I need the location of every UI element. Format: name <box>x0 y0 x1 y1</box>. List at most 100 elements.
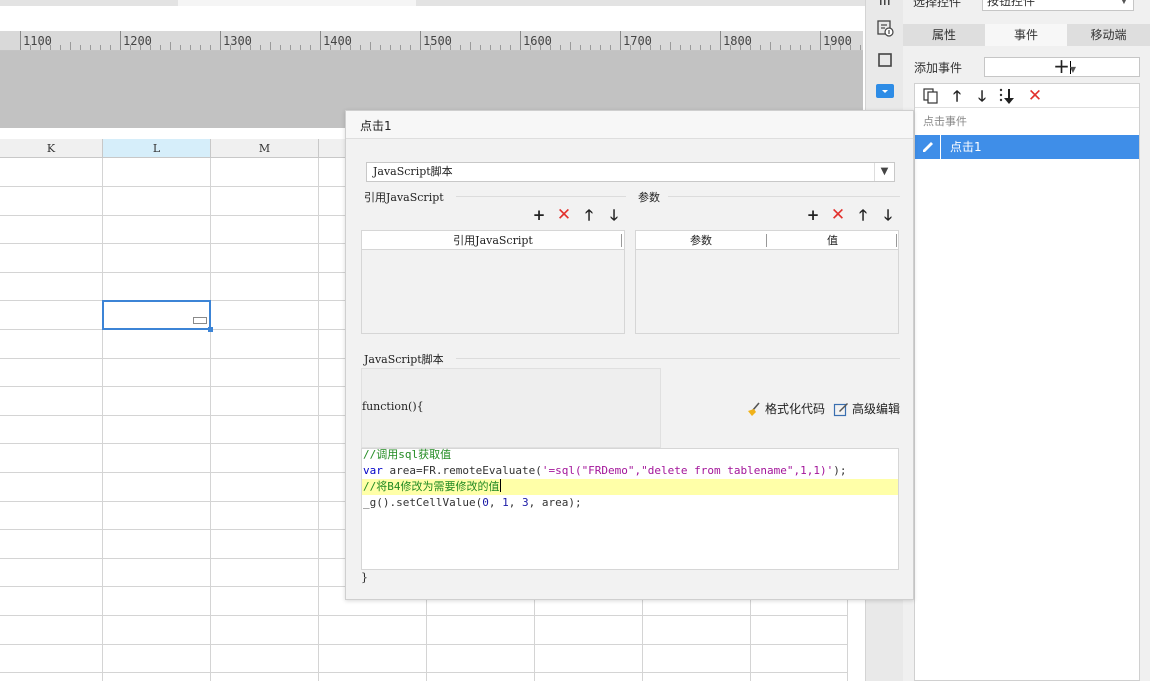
script-label: JavaScript脚本 <box>364 353 444 366</box>
ruler-minor-tick <box>800 45 801 50</box>
column-header-k[interactable]: K <box>0 139 103 158</box>
dialog-title-bar[interactable]: 点击1 <box>346 111 913 139</box>
ruler-minor-tick <box>290 45 291 50</box>
ruler-minor-tick <box>750 45 751 50</box>
code-line: //调用sql获取值 <box>363 448 452 461</box>
delete-ref-icon[interactable]: ✕ <box>555 206 573 224</box>
tab-properties[interactable]: 属性 <box>903 24 985 46</box>
ruler-tick: 1100 <box>20 31 52 50</box>
list-icon[interactable] <box>875 0 895 14</box>
edit-pencil-icon[interactable] <box>915 135 941 159</box>
selected-cell[interactable] <box>102 300 213 332</box>
ruler-minor-tick <box>30 45 31 50</box>
ruler-minor-tick <box>330 45 331 50</box>
ruler-minor-tick <box>90 45 91 50</box>
ruler-minor-tick <box>830 45 831 50</box>
format-code-button[interactable]: 格式化代码 <box>746 400 825 417</box>
ruler-minor-tick <box>170 42 171 50</box>
event-dialog: 点击1 JavaScript脚本 ▼ 引用JavaScript + ✕ 🡑 🡓 … <box>345 110 914 600</box>
tab-events[interactable]: 事件 <box>985 24 1067 46</box>
params-table[interactable]: 参数 值 <box>635 230 899 334</box>
move-down-icon[interactable]: 🡓 <box>972 86 992 106</box>
ruler-minor-tick <box>780 45 781 50</box>
ruler-minor-tick <box>240 45 241 50</box>
ruler-minor-tick <box>690 45 691 50</box>
ref-js-table[interactable]: 引用JavaScript <box>361 230 625 334</box>
add-ref-icon[interactable]: + <box>530 206 548 224</box>
code-editor[interactable]: //调用sql获取值 var area=FR.remoteEvaluate('=… <box>361 448 899 570</box>
grid-column-line <box>426 598 427 681</box>
grid-column-line <box>534 598 535 681</box>
ruler-minor-tick <box>430 45 431 50</box>
ruler-minor-tick <box>310 45 311 50</box>
ruler-minor-tick <box>560 45 561 50</box>
ruler-minor-tick <box>230 45 231 50</box>
event-row[interactable]: 点击1 <box>915 135 1139 159</box>
ruler-minor-tick <box>530 45 531 50</box>
ruler-minor-tick <box>790 45 791 50</box>
ruler-minor-tick <box>770 42 771 50</box>
ruler-minor-tick <box>450 45 451 50</box>
top-strip <box>0 0 865 6</box>
ruler-minor-tick <box>540 45 541 50</box>
grid-column-line <box>102 158 103 681</box>
move-to-bottom-icon[interactable] <box>997 86 1017 106</box>
delete-event-icon[interactable]: ✕ <box>1025 86 1045 106</box>
grid-row-line <box>0 243 345 244</box>
grid-row-line <box>0 472 345 473</box>
tab-mobile[interactable]: 移动端 <box>1067 24 1150 46</box>
border-icon[interactable] <box>875 50 895 70</box>
ruler-minor-tick <box>370 42 371 50</box>
ruler-minor-tick <box>860 45 861 50</box>
grid-row-line <box>0 586 345 587</box>
ruler-minor-tick <box>630 45 631 50</box>
ruler-minor-tick <box>260 45 261 50</box>
right-properties-panel: 选择控件 按钮控件 ▼ 属性 事件 移动端 添加事件 +▼ 🡑 🡓 ✕ 点击事件… <box>903 0 1150 681</box>
ruler-tick: 1300 <box>220 31 252 50</box>
add-param-icon[interactable]: + <box>804 206 822 224</box>
grid-row-line <box>0 186 345 187</box>
ruler-minor-tick <box>740 45 741 50</box>
params-label: 参数 <box>638 191 660 204</box>
column-header-m[interactable]: M <box>211 139 319 158</box>
event-list-header: 点击事件 <box>923 115 967 128</box>
ruler-minor-tick <box>140 45 141 50</box>
delete-param-icon[interactable]: ✕ <box>829 206 847 224</box>
ref-js-column: 引用JavaScript <box>453 234 533 247</box>
move-up-icon[interactable]: 🡑 <box>854 206 872 224</box>
dropdown-widget-icon[interactable] <box>876 84 894 98</box>
grid-row-line <box>0 415 345 416</box>
grid-row-line <box>0 558 345 559</box>
add-event-button[interactable]: +▼ <box>984 56 1140 77</box>
event-type-combo[interactable]: JavaScript脚本 ▼ <box>366 162 895 182</box>
divider <box>456 196 626 197</box>
ruler-minor-tick <box>550 45 551 50</box>
widget-settings-icon[interactable] <box>875 18 895 38</box>
ruler-minor-tick <box>190 45 191 50</box>
move-down-icon[interactable]: 🡓 <box>605 206 623 224</box>
select-widget-combo[interactable]: 按钮控件 ▼ <box>982 0 1134 11</box>
move-up-icon[interactable]: 🡑 <box>580 206 598 224</box>
event-label: 点击1 <box>950 140 982 154</box>
ruler-minor-tick <box>70 42 71 50</box>
advanced-edit-button[interactable]: 高级编辑 <box>833 400 900 417</box>
column-header-l[interactable]: L <box>103 139 211 158</box>
grid-column-line <box>210 158 211 681</box>
grid-column-line <box>750 598 751 681</box>
event-type-value: JavaScript脚本 <box>373 165 453 178</box>
ruler-tick: 1900 <box>820 31 852 50</box>
ruler-minor-tick <box>580 45 581 50</box>
ruler-minor-tick <box>160 45 161 50</box>
ruler-minor-tick <box>440 45 441 50</box>
move-down-icon[interactable]: 🡓 <box>879 206 897 224</box>
ref-js-table-header: 引用JavaScript <box>362 231 624 250</box>
grid-column-line <box>318 158 319 681</box>
ruler-minor-tick <box>200 45 201 50</box>
ruler-minor-tick <box>80 45 81 50</box>
move-up-icon[interactable]: 🡑 <box>947 86 967 106</box>
copy-icon[interactable] <box>921 86 941 106</box>
ruler-minor-tick <box>600 45 601 50</box>
fill-handle[interactable] <box>208 327 213 332</box>
advanced-edit-label: 高级编辑 <box>852 402 901 416</box>
ruler-minor-tick <box>460 45 461 50</box>
